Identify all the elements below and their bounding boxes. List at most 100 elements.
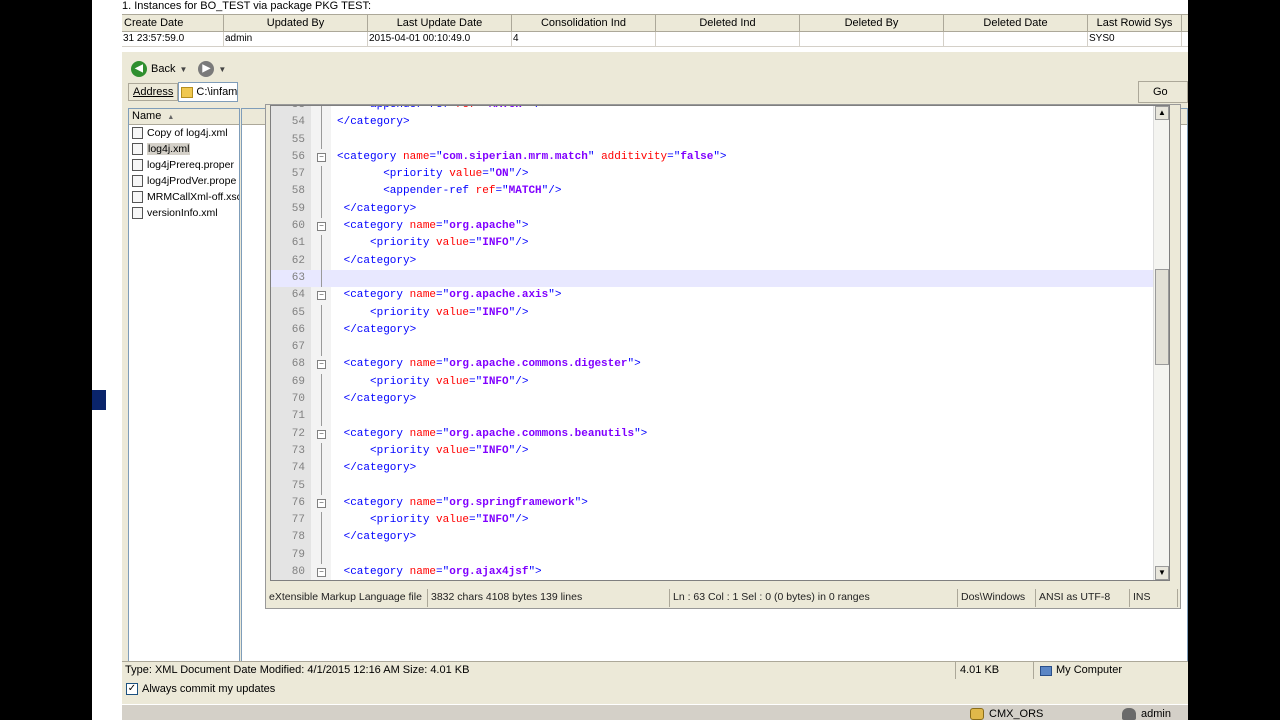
code-line[interactable]: 58 <appender-ref ref="MATCH"/> xyxy=(271,183,1153,201)
taskbar-item-admin[interactable]: admin xyxy=(1122,706,1171,720)
code-area[interactable]: 53 <appender-ref ref="MATCH" /> 54 </categ… xyxy=(271,105,1153,580)
chevron-down-icon[interactable]: ▼ xyxy=(179,65,187,74)
code-token: INFO xyxy=(482,375,509,388)
code-token: "/> xyxy=(508,168,529,181)
column-header[interactable]: Deleted By xyxy=(800,15,944,32)
file-item[interactable]: MRMCallXml-off.xsc xyxy=(129,189,239,205)
column-header[interactable]: Last Rowid Sys xyxy=(1088,15,1182,32)
column-header[interactable]: Last Update Date xyxy=(368,15,512,32)
fold-toggle-icon[interactable]: − xyxy=(317,429,326,439)
line-number: 67 xyxy=(291,341,305,354)
code-line[interactable]: 77 <priority value="INFO"/> xyxy=(271,512,1153,530)
code-line[interactable]: 73 <priority value="INFO"/> xyxy=(271,442,1153,461)
code-line[interactable]: 71 xyxy=(271,408,1153,426)
column-header[interactable]: Deleted Ind xyxy=(656,15,800,32)
line-number: 60 xyxy=(291,220,305,233)
taskbar-item-cmx-ors[interactable]: CMX_ORS xyxy=(970,706,1043,720)
address-input[interactable]: C:\infam xyxy=(178,82,239,102)
code-line[interactable]: 54 </category> xyxy=(271,114,1153,132)
code-line[interactable]: 69 <priority value="INFO"/> xyxy=(271,373,1153,392)
code-line[interactable]: 62 </category> xyxy=(271,252,1153,270)
fold-toggle-icon[interactable]: − xyxy=(317,360,326,370)
file-item[interactable]: versionInfo.xml xyxy=(129,205,239,221)
scroll-up-arrow-icon[interactable]: ▲ xyxy=(1155,106,1169,120)
code-line[interactable]: 66 </category> xyxy=(271,321,1153,340)
fold-line xyxy=(321,183,322,201)
screen-edge xyxy=(1188,0,1280,720)
code-line[interactable]: 79 xyxy=(271,546,1153,565)
file-item[interactable]: log4j.xml xyxy=(129,141,239,157)
fold-line xyxy=(321,321,322,340)
fold-line xyxy=(321,391,322,409)
go-button[interactable]: Go xyxy=(1138,81,1188,103)
code-line[interactable]: 63 xyxy=(271,269,1153,288)
code-line[interactable]: 68 − <category name="org.apache.commons.d… xyxy=(271,356,1153,373)
table-row[interactable]: 31 23:57:59.0 admin 2015-04-01 00:10:49.0 4… xyxy=(122,32,1188,47)
code-line[interactable]: 59 </category> xyxy=(271,200,1153,219)
code-token: =" xyxy=(469,514,483,527)
fold-line xyxy=(321,269,322,288)
column-header[interactable]: Deleted Date xyxy=(944,15,1088,32)
back-button[interactable]: ◀ Back ▼ xyxy=(128,59,190,79)
code-token: "/> xyxy=(508,375,529,388)
fold-toggle-icon[interactable]: − xyxy=(317,498,326,508)
column-header[interactable]: Consolidation Ind xyxy=(512,15,656,32)
code-line[interactable]: 78 </category> xyxy=(271,529,1153,547)
file-item[interactable]: log4jProdVer.prope xyxy=(129,173,239,189)
code-text: </category> xyxy=(337,322,417,339)
code-token: =" xyxy=(436,427,450,440)
fold-toggle-icon[interactable]: − xyxy=(317,568,326,578)
sort-up-icon: ▲ xyxy=(167,114,175,121)
always-commit-checkbox-row[interactable]: ✓ Always commit my updates xyxy=(126,681,275,697)
fold-toggle-icon[interactable]: − xyxy=(317,152,326,162)
name-column-header[interactable]: Name ▲ xyxy=(129,109,239,125)
code-line[interactable]: 61 <priority value="INFO"/> xyxy=(271,235,1153,253)
line-number: 75 xyxy=(291,479,305,492)
code-line[interactable]: 75 xyxy=(271,477,1153,495)
explorer-status-bar: Type: XML Document Date Modified: 4/1/20… xyxy=(122,661,1188,679)
code-token: org.springframework xyxy=(449,496,575,509)
line-number: 72 xyxy=(291,427,305,440)
column-header[interactable]: Updated By xyxy=(224,15,368,32)
xml-file-icon xyxy=(132,159,143,171)
code-token: "> xyxy=(634,427,648,440)
file-item[interactable]: Copy of log4j.xml xyxy=(129,125,239,141)
code-line[interactable]: 80 − <category name="org.ajax4jsf"> xyxy=(271,564,1153,580)
code-text: <category name="org.ajax4jsf"> xyxy=(337,564,542,580)
vertical-scrollbar[interactable]: ▲ ▼ xyxy=(1153,106,1169,580)
code-editor[interactable]: 53 <appender-ref ref="MATCH" /> 54 </categ… xyxy=(270,105,1170,581)
code-line[interactable]: 65 <priority value="INFO"/> xyxy=(271,304,1153,322)
code-line[interactable]: 55 xyxy=(271,131,1153,149)
line-number: 54 xyxy=(291,116,305,129)
column-header[interactable]: Create Date xyxy=(122,15,224,32)
code-line[interactable]: 56− <category name="com.siperian.mrm.matc… xyxy=(271,149,1153,166)
forward-arrow-icon[interactable]: ▶ xyxy=(198,61,215,77)
file-name: log4jPrereq.proper xyxy=(147,159,234,171)
fold-line xyxy=(321,339,322,357)
code-token: =" xyxy=(667,150,681,163)
code-text: <category name="org.apache.commons.diges… xyxy=(337,356,641,373)
code-token: <priority xyxy=(337,514,430,527)
file-item[interactable]: log4jPrereq.proper xyxy=(129,157,239,173)
always-commit-checkbox[interactable]: ✓ xyxy=(126,683,138,695)
table-row[interactable] xyxy=(122,47,1188,51)
code-token: name xyxy=(403,220,437,233)
fold-toggle-icon[interactable]: − xyxy=(317,222,326,232)
code-token: ref xyxy=(449,105,476,111)
code-line[interactable]: 70 </category> xyxy=(271,391,1153,409)
fold-toggle-icon[interactable]: − xyxy=(317,291,326,301)
code-token: MATCH xyxy=(508,185,542,198)
fold-line xyxy=(321,442,322,461)
code-line[interactable]: 64 − <category name="org.apache.axis"> xyxy=(271,287,1153,304)
code-line[interactable]: 67 xyxy=(271,339,1153,357)
chevron-down-icon[interactable]: ▼ xyxy=(218,65,226,74)
scrollbar-thumb[interactable] xyxy=(1155,269,1169,365)
code-line[interactable]: 60 − <category name="org.apache"> xyxy=(271,218,1153,235)
scroll-down-arrow-icon[interactable]: ▼ xyxy=(1155,566,1169,580)
code-line[interactable]: 76 − <category name="org.springframework"… xyxy=(271,495,1153,512)
file-name: Copy of log4j.xml xyxy=(147,127,228,139)
code-line[interactable]: 72 − <category name="org.apache.commons.b… xyxy=(271,426,1153,443)
code-line[interactable]: 53 <appender-ref ref="MATCH" /> xyxy=(271,105,1153,115)
code-line[interactable]: 74 </category> xyxy=(271,460,1153,478)
code-line[interactable]: 57 <priority value="ON"/> xyxy=(271,166,1153,184)
